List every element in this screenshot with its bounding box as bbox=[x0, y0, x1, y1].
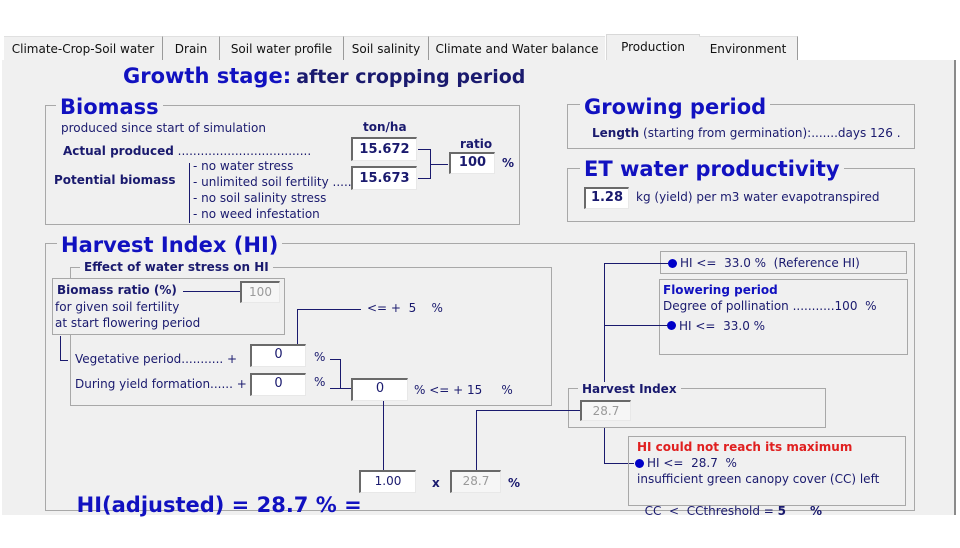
yield-formation-pct: % bbox=[314, 375, 326, 389]
connector bbox=[604, 325, 668, 326]
connector bbox=[418, 149, 430, 150]
reference-hi: HI <= 33.0 % (Reference HI) bbox=[680, 256, 860, 270]
connector bbox=[60, 336, 61, 360]
tab-climate-crop-soil-water[interactable]: Climate-Crop-Soil water bbox=[4, 36, 163, 61]
actual-produced-label: Actual produced bbox=[63, 144, 174, 158]
connector bbox=[340, 359, 341, 388]
pollination-degree: Degree of pollination ...........100 % bbox=[663, 299, 877, 313]
connector bbox=[297, 309, 361, 310]
growth-stage-label: Growth stage: bbox=[123, 64, 292, 88]
vegetative-limit: <= + 5 % bbox=[367, 301, 443, 315]
hi-adjusted-eq: % = bbox=[308, 493, 369, 517]
yield-formation-label: During yield formation...... + bbox=[75, 377, 247, 391]
harvest-index-field: 28.7 bbox=[580, 400, 631, 421]
connector bbox=[297, 309, 298, 345]
potential-biomass-field[interactable]: 15.673 bbox=[351, 166, 417, 190]
tab-drain[interactable]: Drain bbox=[163, 36, 220, 61]
bullet-icon bbox=[667, 321, 676, 330]
warning-reason: insufficient green canopy cover (CC) lef… bbox=[637, 472, 880, 486]
yield-formation-field[interactable]: 0 bbox=[250, 373, 306, 396]
growth-stage-header: Growth stage: after cropping period bbox=[123, 64, 525, 88]
adjusted-unit: % bbox=[508, 476, 521, 490]
et-productivity-title: ET water productivity bbox=[580, 157, 844, 181]
hi-adjusted: HI(adjusted) = 28.7 % = bbox=[62, 469, 369, 517]
biomass-subtitle: produced since start of simulation bbox=[61, 121, 266, 135]
flowering-hi: HI <= 33.0 % bbox=[679, 319, 766, 333]
condition-fertility: - unlimited soil fertility ...... bbox=[193, 175, 356, 189]
biomass-ratio-desc1: for given soil fertility bbox=[55, 300, 180, 314]
connector bbox=[604, 263, 668, 264]
condition-salinity: - no soil salinity stress bbox=[193, 191, 327, 205]
hi-adjusted-value: 28.7 bbox=[256, 493, 309, 517]
biomass-ratio-field: 100 bbox=[240, 281, 280, 303]
ratio-unit: % bbox=[502, 156, 515, 170]
cc-threshold: CC < CCthreshold = 5% bbox=[644, 504, 823, 518]
condition-water: - no water stress bbox=[193, 159, 294, 173]
ratio-label: ratio bbox=[460, 137, 493, 151]
connector bbox=[604, 428, 605, 463]
connector bbox=[418, 178, 430, 179]
tab-bar: Climate-Crop-Soil water Drain Soil water… bbox=[0, 34, 960, 61]
tab-soil-water-profile[interactable]: Soil water profile bbox=[220, 36, 344, 61]
connector bbox=[330, 388, 352, 389]
stress-factor-field[interactable]: 1.00 bbox=[359, 470, 416, 493]
bullet-icon bbox=[668, 259, 677, 268]
total-stress-field[interactable]: 0 bbox=[351, 378, 408, 401]
warning-title: HI could not reach its maximum bbox=[637, 440, 853, 454]
potential-conditions: - no water stress - unlimited soil ferti… bbox=[193, 158, 355, 222]
et-productivity-field[interactable]: 1.28 bbox=[584, 187, 629, 209]
vegetative-pct: % bbox=[314, 350, 326, 364]
tab-environment[interactable]: Environment bbox=[699, 36, 798, 61]
connector bbox=[330, 359, 340, 360]
biomass-ratio-desc2: at start flowering period bbox=[55, 316, 201, 330]
times-sign: x bbox=[432, 476, 440, 490]
tab-production[interactable]: Production bbox=[606, 34, 700, 61]
biomass-title: Biomass bbox=[56, 95, 163, 119]
connector bbox=[476, 410, 477, 471]
biomass-ratio-label: Biomass ratio (%) bbox=[57, 283, 177, 297]
actual-produced-row: Actual produced ........................… bbox=[63, 144, 311, 159]
growth-stage-value: after cropping period bbox=[296, 66, 526, 88]
tab-soil-salinity[interactable]: Soil salinity bbox=[344, 36, 429, 61]
bullet-icon bbox=[635, 459, 644, 468]
growing-period-title: Growing period bbox=[580, 95, 771, 119]
connector bbox=[383, 401, 384, 471]
total-stress-limit: % <= + 15 % bbox=[414, 383, 513, 397]
flowering-title: Flowering period bbox=[663, 283, 778, 297]
et-productivity-unit: kg (yield) per m3 water evapotranspired bbox=[636, 190, 880, 204]
unit-label: ton/ha bbox=[363, 120, 407, 134]
harvest-index-box-title: Harvest Index bbox=[578, 382, 681, 397]
warning-hi: HI <= 28.7 % bbox=[647, 456, 737, 470]
tab-climate-water-balance[interactable]: Climate and Water balance bbox=[429, 36, 605, 61]
adjusted-hi-field: 28.7 bbox=[450, 470, 501, 493]
harvest-index-title: Harvest Index (HI) bbox=[57, 233, 283, 257]
connector bbox=[430, 164, 448, 165]
potential-biomass-label: Potential biomass bbox=[54, 173, 176, 187]
ratio-field[interactable]: 100 bbox=[449, 152, 495, 174]
growing-period-length: Length (starting from germination):.....… bbox=[592, 126, 901, 140]
hi-adjusted-label: HI(adjusted) = bbox=[76, 493, 257, 517]
conditions-bracket bbox=[189, 163, 190, 223]
actual-biomass-field[interactable]: 15.672 bbox=[351, 137, 417, 161]
vegetative-label: Vegetative period........... + bbox=[75, 352, 238, 366]
connector bbox=[476, 410, 580, 411]
vegetative-field[interactable]: 0 bbox=[250, 344, 306, 367]
water-stress-title: Effect of water stress on HI bbox=[80, 260, 273, 275]
connector bbox=[183, 291, 240, 292]
condition-weed: - no weed infestation bbox=[193, 207, 320, 221]
actual-produced-dots: ................................... bbox=[177, 144, 312, 158]
connector bbox=[60, 360, 68, 361]
